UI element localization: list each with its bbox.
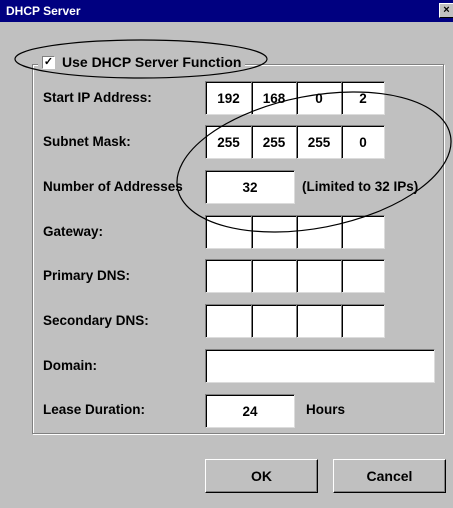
- start-ip-label: Start IP Address:: [43, 90, 152, 105]
- primary-dns-label: Primary DNS:: [43, 268, 131, 283]
- use-dhcp-label: Use DHCP Server Function: [62, 54, 242, 70]
- gateway-label: Gateway:: [43, 224, 104, 239]
- gateway-octet-1[interactable]: [205, 215, 252, 249]
- subnet-mask-octet-3[interactable]: 255: [296, 125, 342, 159]
- gateway-octet-3[interactable]: [296, 215, 342, 249]
- subnet-mask-label: Subnet Mask:: [43, 134, 131, 149]
- primary-dns-octet-3[interactable]: [296, 259, 342, 293]
- ok-button[interactable]: OK: [205, 459, 318, 493]
- secondary-dns-label: Secondary DNS:: [43, 313, 149, 328]
- lease-duration-field[interactable]: 24: [205, 394, 295, 428]
- close-icon[interactable]: ×: [439, 3, 453, 18]
- start-ip-octet-2[interactable]: 168: [251, 81, 297, 115]
- window-title: DHCP Server: [6, 4, 81, 18]
- primary-dns-octet-1[interactable]: [205, 259, 252, 293]
- dhcp-server-dialog: DHCP Server × ✓ Use DHCP Server Function…: [0, 0, 453, 508]
- start-ip-octet-3[interactable]: 0: [296, 81, 342, 115]
- num-addresses-label: Number of Addresses: [43, 179, 183, 194]
- secondary-dns-octet-2[interactable]: [251, 304, 297, 338]
- subnet-mask-octet-4[interactable]: 0: [341, 125, 385, 159]
- secondary-dns-octet-4[interactable]: [341, 304, 385, 338]
- start-ip-octet-1[interactable]: 192: [205, 81, 252, 115]
- lease-duration-label: Lease Duration:: [43, 402, 146, 417]
- secondary-dns-octet-1[interactable]: [205, 304, 252, 338]
- num-addresses-field[interactable]: 32: [205, 170, 295, 204]
- secondary-dns-octet-3[interactable]: [296, 304, 342, 338]
- primary-dns-octet-2[interactable]: [251, 259, 297, 293]
- gateway-octet-2[interactable]: [251, 215, 297, 249]
- primary-dns-octet-4[interactable]: [341, 259, 385, 293]
- lease-duration-unit: Hours: [306, 402, 346, 417]
- use-dhcp-checkbox[interactable]: ✓: [42, 55, 55, 69]
- domain-label: Domain:: [43, 358, 97, 373]
- cancel-button[interactable]: Cancel: [333, 459, 446, 493]
- gateway-octet-4[interactable]: [341, 215, 385, 249]
- subnet-mask-octet-2[interactable]: 255: [251, 125, 297, 159]
- subnet-mask-octet-1[interactable]: 255: [205, 125, 252, 159]
- title-bar: DHCP Server: [0, 0, 453, 22]
- num-addresses-note: (Limited to 32 IPs): [302, 179, 419, 194]
- domain-field[interactable]: [205, 349, 435, 383]
- start-ip-octet-4[interactable]: 2: [341, 81, 385, 115]
- use-dhcp-toggle[interactable]: ✓ Use DHCP Server Function: [38, 52, 246, 72]
